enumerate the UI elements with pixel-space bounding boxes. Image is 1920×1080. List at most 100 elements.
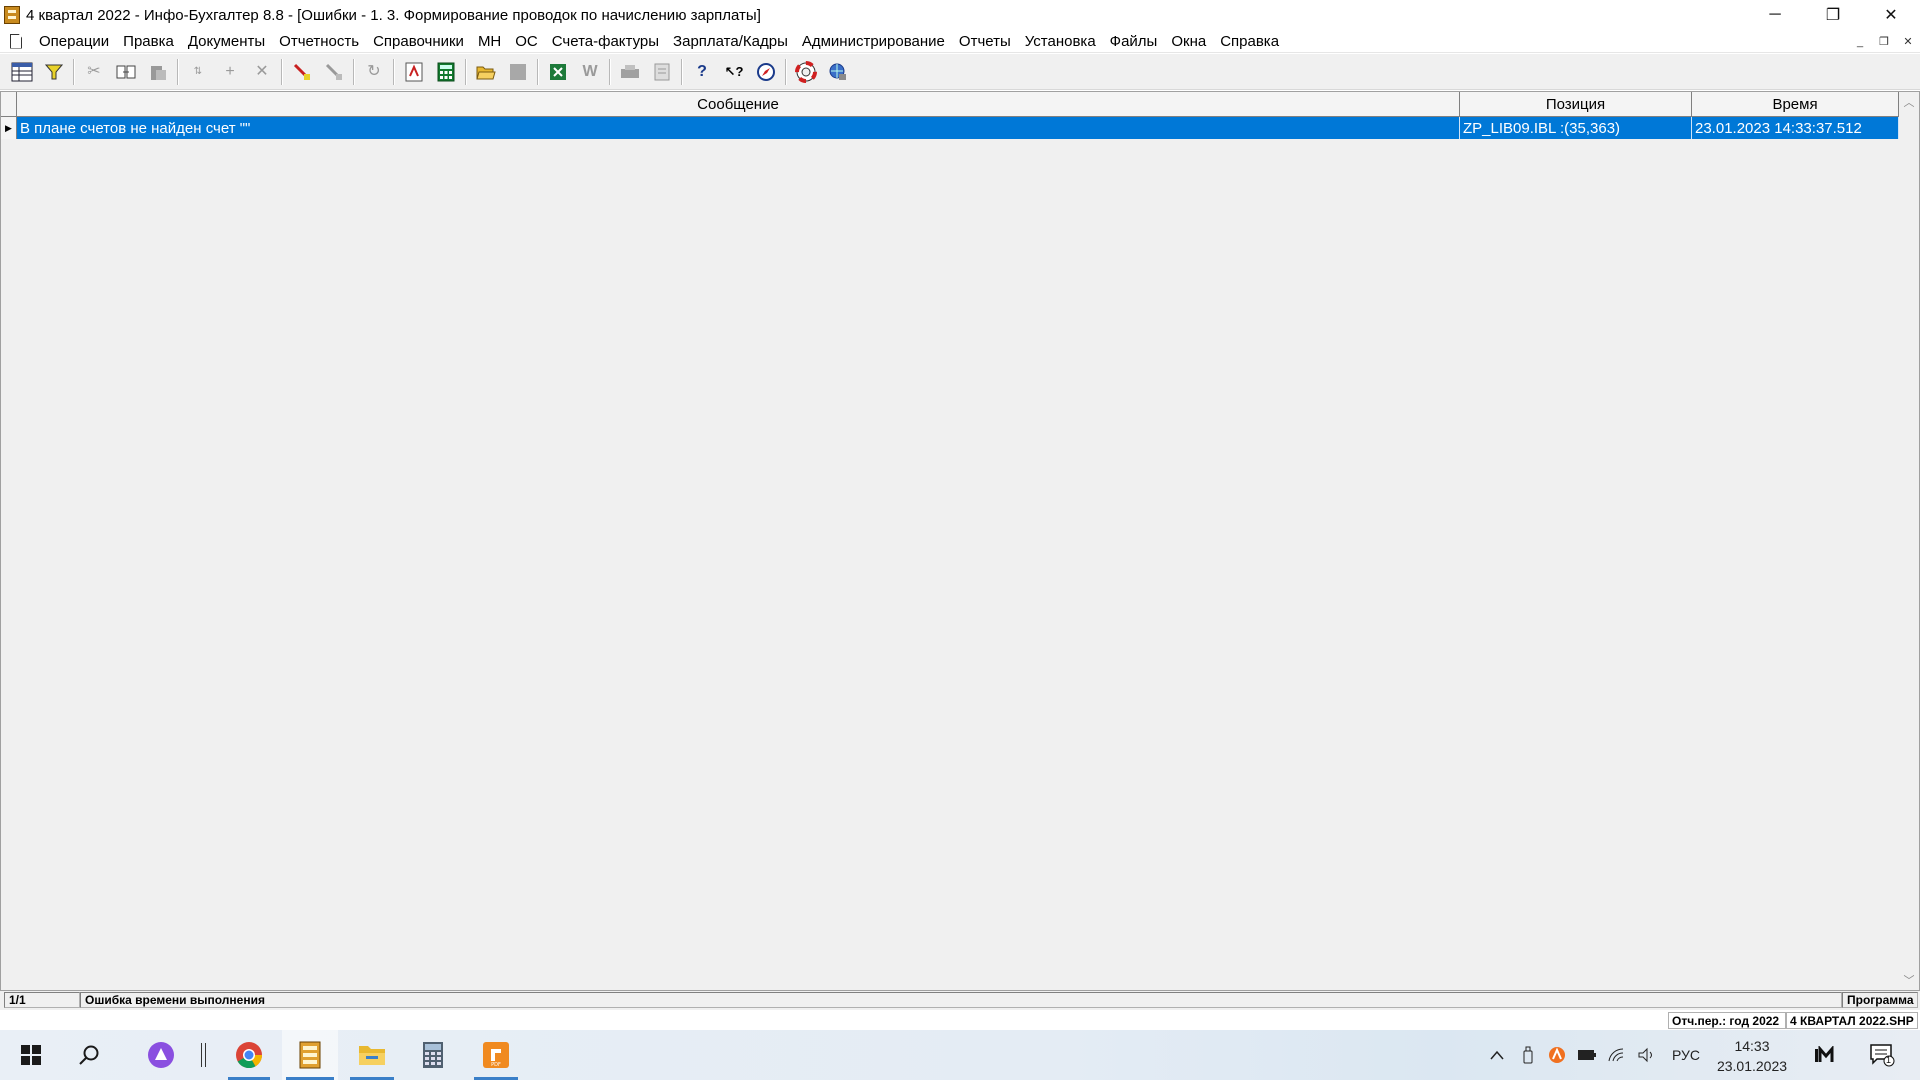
period-status-bar: Отч.пер.: год 2022 4 КВАРТАЛ 2022.SHP [0,1012,1920,1030]
mdi-controls: _ ❐ ✕ [1848,30,1920,53]
document-icon[interactable] [10,33,22,49]
calculator-icon[interactable] [433,59,459,85]
table-row[interactable]: ▶ В плане счетов не найден счет "" ZP_LI… [1,117,1899,139]
status-message: Ошибка времени выполнения [80,992,1842,1008]
paste-icon[interactable] [145,59,171,85]
lifebuoy-icon[interactable] [793,59,819,85]
menu-files[interactable]: Файлы [1103,33,1165,50]
calculator-app-icon[interactable] [408,1030,458,1080]
mark-icon[interactable] [289,59,315,85]
clock-time: 14:33 [1734,1038,1770,1054]
filter-icon[interactable] [41,59,67,85]
menu-salary[interactable]: Зарплата/Кадры [666,33,795,50]
column-header-time[interactable]: Время [1692,92,1899,116]
save-icon[interactable] [505,59,531,85]
add-icon[interactable]: + [217,59,243,85]
menu-directories[interactable]: Справочники [366,33,471,50]
battery-icon[interactable] [1574,1030,1600,1080]
usb-device-icon[interactable] [1515,1030,1541,1080]
web-icon[interactable] [825,59,851,85]
pdf-icon[interactable] [401,59,427,85]
excel-icon[interactable] [545,59,571,85]
menu-help[interactable]: Справка [1213,33,1286,50]
open-folder-icon[interactable] [473,59,499,85]
language-indicator[interactable]: РУС [1664,1030,1708,1080]
file-explorer-icon[interactable] [346,1030,398,1080]
meet-now-icon[interactable] [1806,1030,1846,1080]
mdi-restore-button[interactable]: ❐ [1872,30,1896,53]
menu-administration[interactable]: Администрирование [795,33,952,50]
tray-overflow-icon[interactable] [1484,1030,1510,1080]
search-icon[interactable] [68,1030,110,1080]
toolbar-separator [609,58,611,85]
scroll-down-icon[interactable]: ﹀ [1899,970,1919,990]
compass-icon[interactable] [753,59,779,85]
scroll-up-icon[interactable]: ︿ [1899,92,1919,112]
preview-icon[interactable] [649,59,675,85]
volume-icon[interactable] [1634,1030,1660,1080]
window-title: 4 квартал 2022 - Инфо-Бухгалтер 8.8 - [О… [26,6,761,24]
period-label: Отч.пер.: год 2022 [1668,1012,1786,1029]
taskbar: PDF РУС 14:33 23.01.2023 1 [0,1030,1920,1080]
menu-reports[interactable]: Отчеты [952,33,1018,50]
svg-text:PDF: PDF [491,1062,501,1068]
refresh-icon[interactable]: ↻ [361,59,387,85]
cell-position[interactable]: ZP_LIB09.IBL :(35,363) [1460,117,1692,139]
grid-icon[interactable] [9,59,35,85]
menu-windows[interactable]: Окна [1164,33,1213,50]
menu-reporting[interactable]: Отчетность [272,33,366,50]
taskbar-divider [196,1030,210,1080]
windows-start-icon[interactable] [10,1030,52,1080]
menu-edit[interactable]: Правка [116,33,181,50]
vertical-scrollbar[interactable]: ︿ ﹀ [1899,92,1919,990]
toolbar-separator [73,58,75,85]
menu-operations[interactable]: Операции [32,33,116,50]
toolbar-separator [537,58,539,85]
column-header-position[interactable]: Позиция [1460,92,1692,116]
delete-icon[interactable]: ✕ [249,59,275,85]
file-label: 4 КВАРТАЛ 2022.SHP [1786,1012,1918,1029]
menu-setup[interactable]: Установка [1018,33,1103,50]
minimize-button[interactable]: ─ [1746,0,1804,30]
menu-documents[interactable]: Документы [181,33,272,50]
context-help-icon[interactable]: ↖? [721,59,747,85]
toolbar-separator [393,58,395,85]
cell-time[interactable]: 23.01.2023 14:33:37.512 [1692,117,1899,139]
toolbar-separator [465,58,467,85]
print-icon[interactable] [617,59,643,85]
toolbar-separator [281,58,283,85]
cut-icon[interactable]: ✂ [81,59,107,85]
maximize-button[interactable]: ❐ [1804,0,1862,30]
column-header-message[interactable]: Сообщение [17,92,1460,116]
header-indicator [1,92,17,116]
unmark-icon[interactable] [321,59,347,85]
grid-header: Сообщение Позиция Время [1,92,1899,117]
notifications-count: 1 [1886,1055,1892,1065]
mdi-minimize-button[interactable]: _ [1848,30,1872,53]
word-icon[interactable]: W [577,59,603,85]
close-button[interactable]: ✕ [1862,0,1920,30]
menu-invoices[interactable]: Счета-фактуры [545,33,666,50]
chrome-icon[interactable] [224,1030,274,1080]
record-counter: 1/1 [4,992,80,1008]
menu-os[interactable]: ОС [508,33,545,50]
taskbar-clock[interactable]: 14:33 23.01.2023 [1707,1036,1797,1076]
menu-mn[interactable]: МН [471,33,508,50]
cell-message[interactable]: В плане счетов не найден счет "" [17,117,1460,139]
toolbar-separator [681,58,683,85]
toolbar-separator [785,58,787,85]
wifi-icon[interactable] [1604,1030,1630,1080]
pdf-app-icon[interactable]: PDF [470,1030,522,1080]
toolbar-separator [353,58,355,85]
copy-icon[interactable] [113,59,139,85]
window-controls: ─ ❐ ✕ [1746,0,1920,30]
info-buhgalter-icon[interactable] [282,1030,338,1080]
app-icon [4,6,20,24]
status-bar: 1/1 Ошибка времени выполнения Программа [0,991,1920,1010]
sort-icon[interactable]: ⇅ [185,59,211,85]
help-icon[interactable]: ? [689,59,715,85]
alice-icon[interactable] [140,1030,182,1080]
notifications-icon[interactable]: 1 [1862,1030,1902,1080]
avast-icon[interactable] [1544,1030,1570,1080]
mdi-close-button[interactable]: ✕ [1896,30,1920,53]
